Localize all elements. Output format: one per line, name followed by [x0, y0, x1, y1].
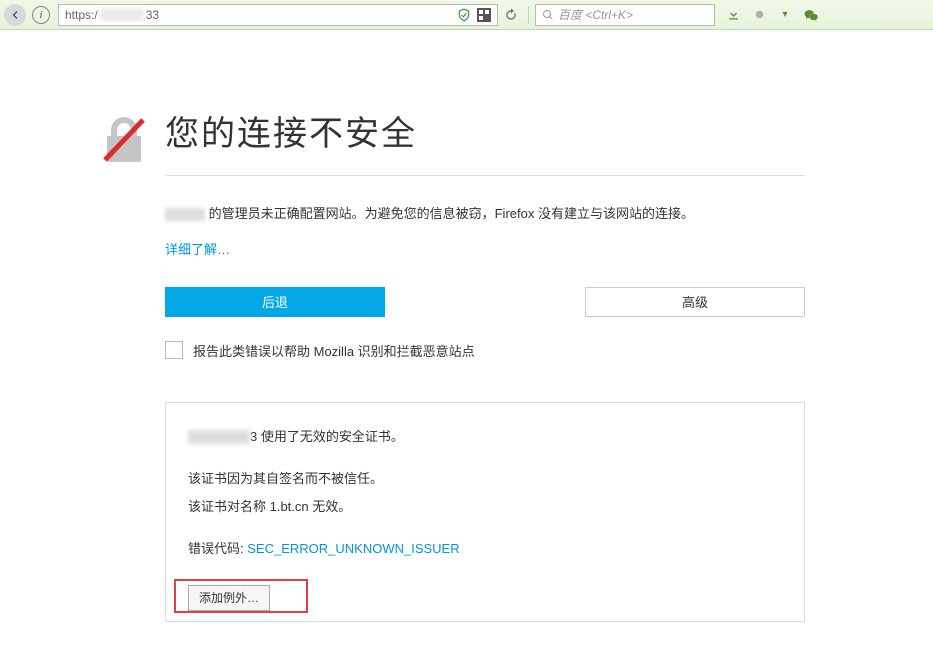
back-button[interactable]	[4, 4, 26, 26]
error-title: 您的连接不安全	[165, 106, 805, 155]
go-back-button[interactable]: 后退	[165, 287, 385, 317]
error-page: 您的连接不安全 的管理员未正确配置网站。为避免您的信息被窃，Firefox 没有…	[0, 30, 933, 622]
error-description: 的管理员未正确配置网站。为避免您的信息被窃，Firefox 没有建立与该网站的连…	[165, 204, 805, 225]
toolbar-extensions: ▾	[725, 7, 819, 23]
certificate-details: 3 使用了无效的安全证书。 该证书因为其自签名而不被信任。 该证书对名称 1.b…	[165, 402, 805, 622]
details-line-1: 3 使用了无效的安全证书。	[188, 425, 782, 449]
url-host-redacted	[100, 9, 144, 21]
separator	[528, 6, 529, 24]
add-exception-button[interactable]: 添加例外…	[188, 585, 270, 611]
wechat-icon[interactable]	[803, 7, 819, 23]
url-scheme: https:/	[65, 8, 98, 22]
divider	[165, 175, 805, 176]
details-line-3: 该证书对名称 1.bt.cn 无效。	[188, 495, 782, 519]
host-redacted	[165, 208, 205, 221]
report-errors-label: 报告此类错误以帮助 Mozilla 识别和拦截恶意站点	[193, 341, 475, 360]
refresh-button[interactable]	[500, 4, 522, 26]
learn-more-link[interactable]: 详细了解…	[165, 242, 230, 257]
address-bar[interactable]: https:/ 33	[58, 4, 498, 26]
search-placeholder: 百度 <Ctrl+K>	[558, 6, 633, 23]
qr-icon[interactable]	[477, 8, 491, 22]
host-redacted-2	[188, 430, 250, 444]
browser-toolbar: i https:/ 33 百度 <Ctrl+K> ▾	[0, 0, 933, 30]
search-box[interactable]: 百度 <Ctrl+K>	[535, 4, 715, 26]
search-icon	[542, 9, 554, 21]
error-code-line: 错误代码: SEC_ERROR_UNKNOWN_ISSUER	[188, 537, 782, 561]
insecure-lock-icon	[99, 116, 149, 164]
report-errors-checkbox[interactable]	[165, 341, 183, 359]
advanced-button[interactable]: 高级	[585, 287, 805, 317]
extension-icon-1[interactable]	[751, 7, 767, 23]
details-line-2: 该证书因为其自签名而不被信任。	[188, 467, 782, 491]
url-port: 33	[146, 8, 159, 22]
error-code-link[interactable]: SEC_ERROR_UNKNOWN_ISSUER	[247, 541, 459, 556]
extension-arrow-icon[interactable]: ▾	[777, 7, 793, 23]
shield-icon[interactable]	[457, 8, 471, 22]
site-info-icon[interactable]: i	[32, 6, 50, 24]
download-icon[interactable]	[725, 7, 741, 23]
